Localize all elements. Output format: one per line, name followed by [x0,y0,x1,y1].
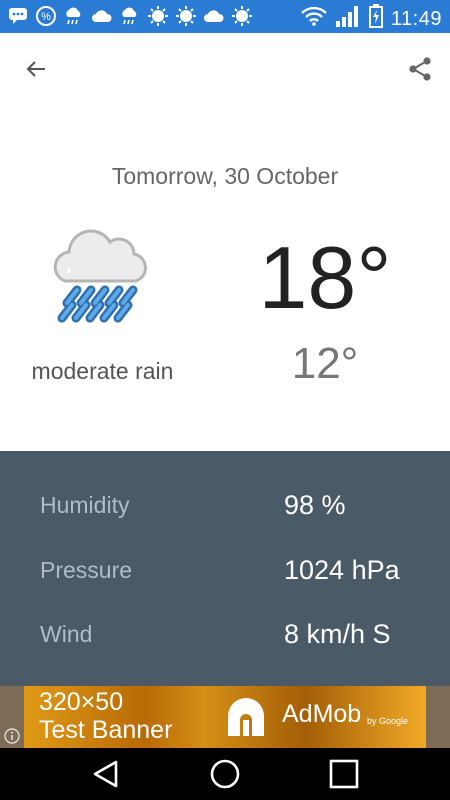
cloud-rain-icon [64,6,84,26]
weather-condition: moderate rain [31,358,174,384]
sun-icon [232,6,252,26]
triangle-back-icon [93,760,118,788]
ad-brand: AdMob [282,700,362,728]
detail-label: Humidity [40,492,130,518]
back-button[interactable] [16,49,56,89]
ad-info-icon[interactable] [4,728,20,744]
temperature-high: 18° [258,228,392,327]
ad-container: 320×50 Test Banner AdMob by Google [0,686,450,748]
detail-value: 98 % [284,490,346,520]
nav-home-button[interactable] [205,754,245,794]
notification-icons: % [8,6,252,26]
ad-size-text: 320×50 [39,688,124,716]
cloud-icon [204,6,224,26]
wifi-icon [301,6,327,31]
app-bar [0,33,450,101]
detail-label: Pressure [40,557,133,583]
clock: 11:49 [390,7,442,30]
square-recents-icon [329,759,359,789]
detail-value: 8 km/h S [284,619,391,649]
arrow-back-icon [26,61,45,77]
ad-by-google: by Google [367,716,409,726]
forecast-date: Tomorrow, 30 October [111,163,339,189]
sun-icon [176,6,196,26]
detail-row-humidity: Humidity 98 % [0,486,450,526]
sun-icon [148,6,168,26]
share-button[interactable] [400,49,440,89]
temperature-low: 12° [291,339,359,388]
detail-row-wind: Wind 8 km/h S [0,615,450,655]
percent-icon: % [36,6,56,26]
ad-banner[interactable]: 320×50 Test Banner AdMob by Google [24,686,426,748]
detail-label: Wind [40,621,93,647]
detail-row-pressure: Pressure 1024 hPa [0,551,450,591]
detail-value: 1024 hPa [284,555,400,585]
chat-icon [8,6,28,26]
admob-logo-icon [224,694,270,740]
system-status: 11:49 [301,4,442,33]
circle-home-icon [210,759,240,789]
status-bar: % 11:49 [0,0,450,33]
cloud-rain-icon [47,215,157,325]
ad-test-text: Test Banner [39,716,173,744]
cloud-icon [92,6,112,26]
weather-details-panel: Humidity 98 % Pressure 1024 hPa Wind 8 k… [0,451,450,686]
nav-back-button[interactable] [86,754,126,794]
svg-text:%: % [41,11,51,23]
battery-charging-icon [368,4,383,33]
cloud-rain-icon [120,6,140,26]
signal-icon [335,5,361,32]
navigation-bar [0,748,450,800]
nav-recents-button[interactable] [324,754,364,794]
share-icon [409,57,431,81]
